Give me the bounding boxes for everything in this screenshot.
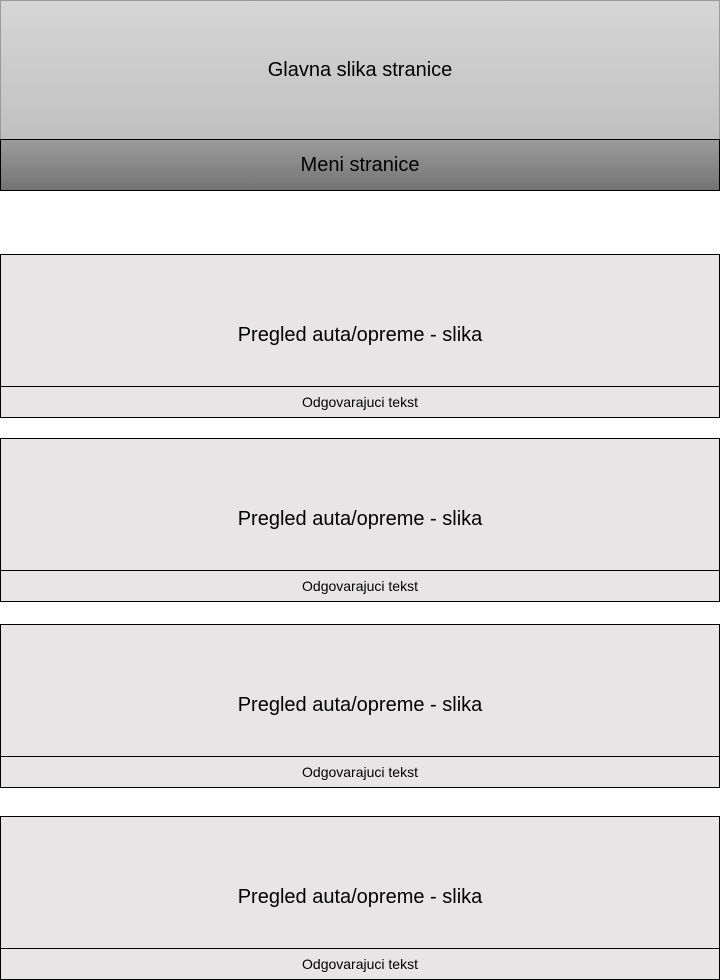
hero-label: Glavna slika stranice (267, 58, 453, 81)
item-caption-text: Odgovarajuci tekst (302, 394, 418, 410)
item-caption-text: Odgovarajuci tekst (302, 764, 418, 780)
item-card[interactable]: Pregled auta/opreme - slika Odgovarajuci… (0, 438, 720, 602)
item-image-label: Pregled auta/opreme - slika (237, 886, 483, 908)
item-image-label: Pregled auta/opreme - slika (237, 508, 483, 530)
item-image-placeholder[interactable]: Pregled auta/opreme - slika (0, 816, 720, 948)
site-menu[interactable]: Meni stranice (0, 139, 720, 191)
item-caption: Odgovarajuci tekst (0, 948, 720, 980)
item-image-label: Pregled auta/opreme - slika (237, 694, 483, 716)
item-caption: Odgovarajuci tekst (0, 386, 720, 418)
item-card[interactable]: Pregled auta/opreme - slika Odgovarajuci… (0, 816, 720, 980)
item-card[interactable]: Pregled auta/opreme - slika Odgovarajuci… (0, 254, 720, 418)
item-card[interactable]: Pregled auta/opreme - slika Odgovarajuci… (0, 624, 720, 788)
item-image-placeholder[interactable]: Pregled auta/opreme - slika (0, 438, 720, 570)
item-caption-text: Odgovarajuci tekst (302, 956, 418, 972)
item-image-placeholder[interactable]: Pregled auta/opreme - slika (0, 624, 720, 756)
item-image-placeholder[interactable]: Pregled auta/opreme - slika (0, 254, 720, 386)
hero-image-placeholder: Glavna slika stranice (0, 0, 720, 139)
menu-label: Meni stranice (300, 153, 420, 176)
item-image-label: Pregled auta/opreme - slika (237, 324, 483, 346)
item-caption-text: Odgovarajuci tekst (302, 578, 418, 594)
item-caption: Odgovarajuci tekst (0, 570, 720, 602)
item-caption: Odgovarajuci tekst (0, 756, 720, 788)
